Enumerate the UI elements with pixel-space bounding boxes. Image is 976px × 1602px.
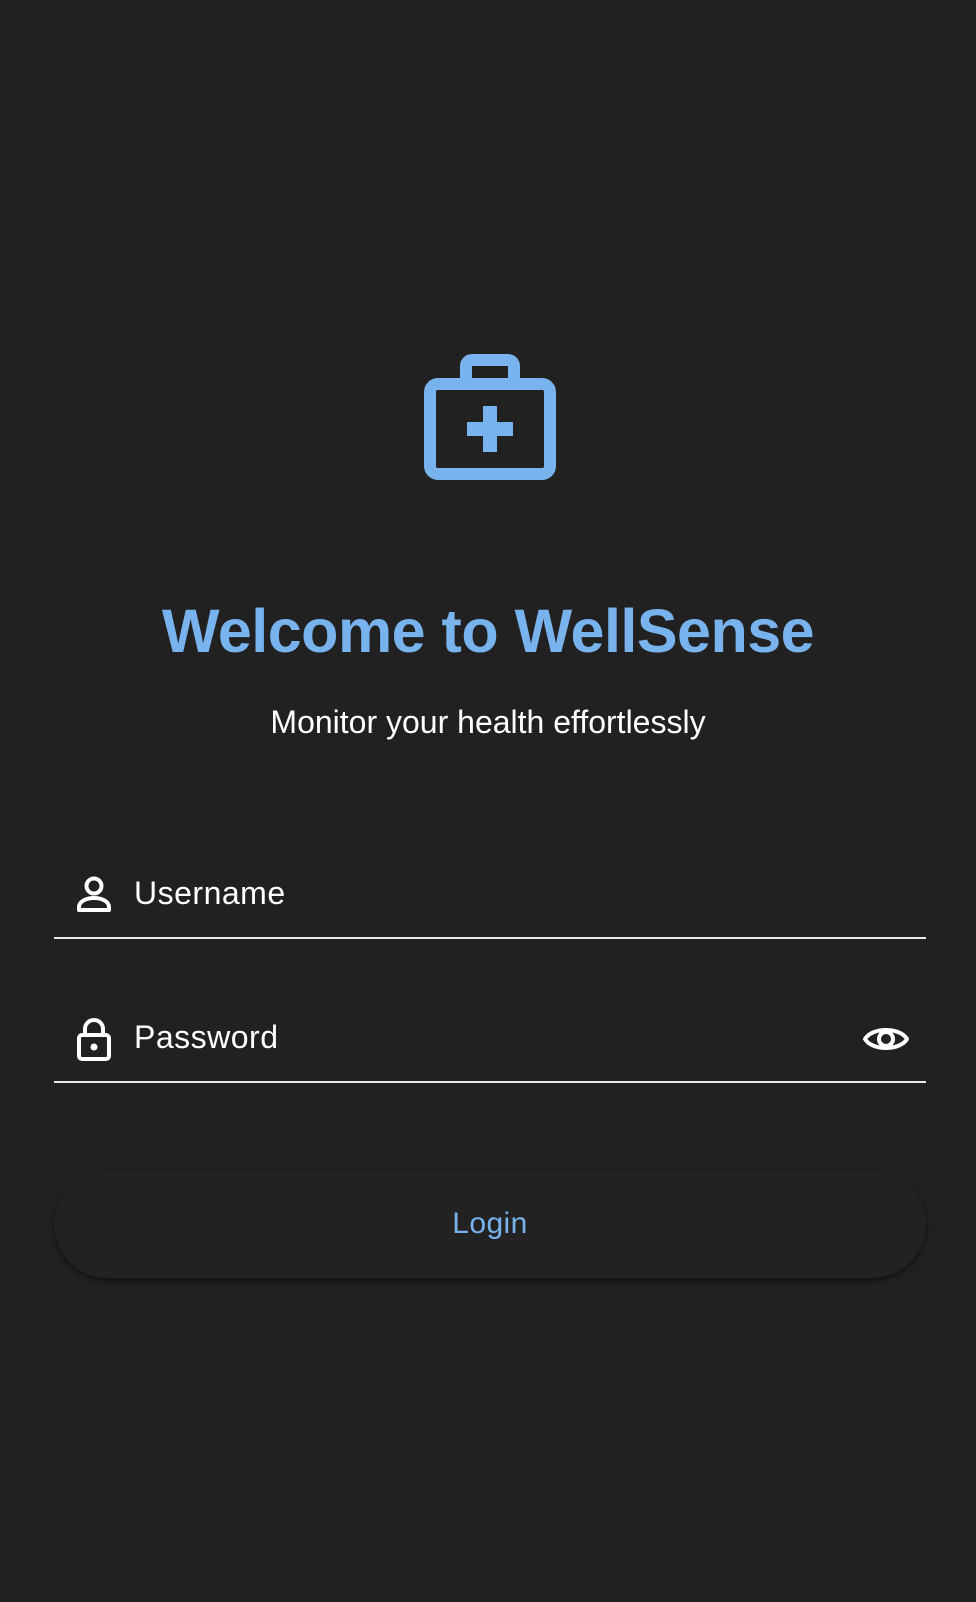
eye-icon[interactable] xyxy=(862,1019,910,1059)
username-field[interactable]: Username xyxy=(54,859,926,939)
login-screen: Welcome to WellSense Monitor your health… xyxy=(0,0,976,1602)
page-subtitle: Monitor your health effortlessly xyxy=(270,704,706,740)
username-label: Username xyxy=(134,875,286,911)
medical-bag-icon xyxy=(424,354,556,480)
lock-icon xyxy=(77,1018,111,1061)
login-button[interactable]: Login xyxy=(54,1170,926,1278)
password-label: Password xyxy=(134,1019,279,1055)
person-icon xyxy=(77,876,111,912)
page-title: Welcome to WellSense xyxy=(161,597,815,665)
password-field[interactable]: Password xyxy=(54,1003,926,1083)
login-button-label: Login xyxy=(452,1207,528,1240)
